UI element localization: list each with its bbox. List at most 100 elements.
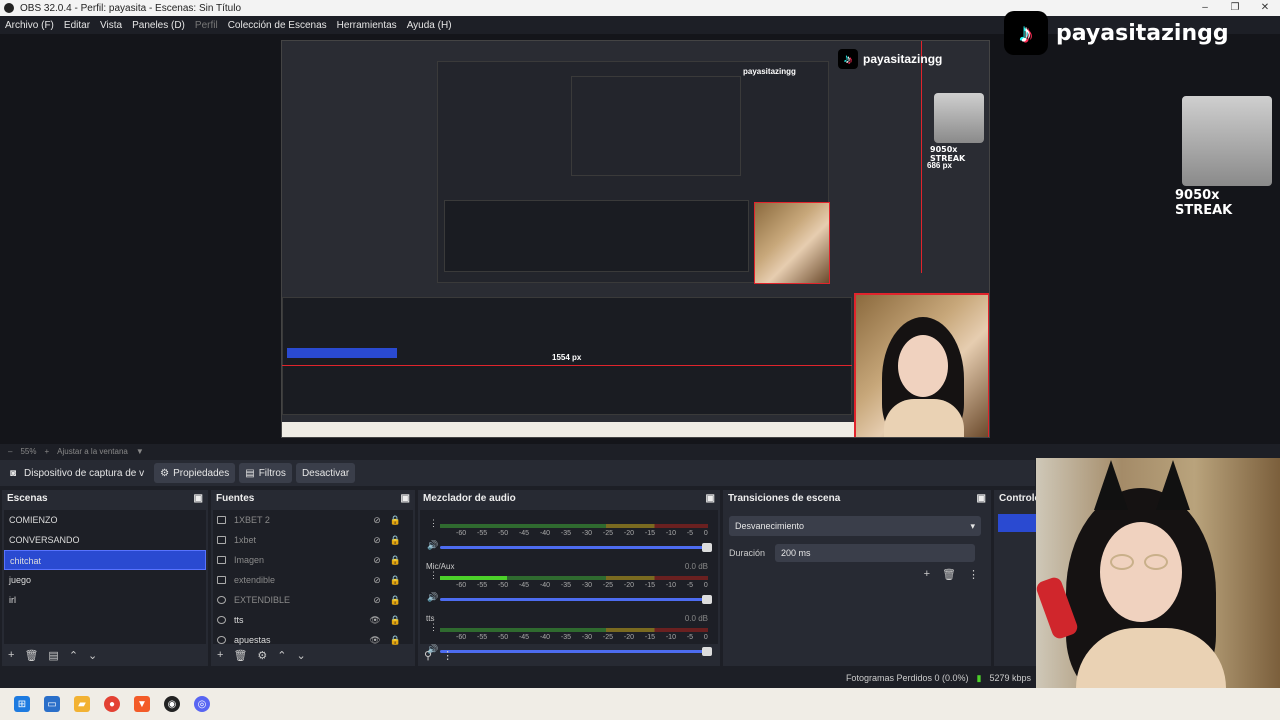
scene-item-irl[interactable]: irl <box>4 590 206 610</box>
menu-editar[interactable]: Editar <box>59 20 95 31</box>
filters-button[interactable]: ▤ Filtros <box>239 463 292 483</box>
properties-button[interactable]: ⚙ Propiedades <box>154 463 236 483</box>
lock-icon[interactable]: 🔒 <box>390 615 401 626</box>
volume-fader[interactable] <box>440 543 712 552</box>
streak-cat-image <box>1182 96 1272 186</box>
webcam-overlay <box>1036 458 1280 688</box>
sources-dock: Fuentes ▣ 1XBET 2 ⊘ 🔒 1xbet ⊘ 🔒 Imagen ⊘ 🔒 ext… <box>211 490 415 666</box>
lock-icon[interactable]: 🔒 <box>390 515 401 526</box>
tick-label: 0 <box>703 634 708 641</box>
sources-toolbar: + 🗑 ⚙ ⌃ ⌄ <box>217 649 306 662</box>
lock-icon[interactable]: 🔒 <box>390 635 401 646</box>
source-item[interactable]: extendible ⊘ 🔒 <box>213 570 413 590</box>
menu-herramientas[interactable]: Herramientas <box>332 20 402 31</box>
preview-area[interactable]: payasitazingg 686 px 1554 px ♪ payasitaz… <box>0 11 1280 444</box>
transitions-title: Transiciones de escena ▣ <box>728 492 986 504</box>
more-options-icon[interactable]: ⋮ <box>429 518 438 529</box>
chrome-icon[interactable]: ● <box>104 696 120 712</box>
zoom-out-button[interactable]: – <box>8 447 12 456</box>
obs-icon[interactable]: ◉ <box>164 696 180 712</box>
chevron-down-icon[interactable]: ▼ <box>136 447 144 456</box>
tick-label: -15 <box>644 634 655 641</box>
eye-hidden-icon[interactable]: ⊘ <box>373 515 381 526</box>
speaker-icon[interactable]: 🔊 <box>427 540 438 551</box>
scene-item-juego[interactable]: juego <box>4 570 206 590</box>
source-item[interactable]: Imagen ⊘ 🔒 <box>213 550 413 570</box>
lock-icon[interactable]: 🔒 <box>390 535 401 546</box>
menu-paneles[interactable]: Paneles (D) <box>127 20 190 31</box>
transition-select[interactable]: Desvanecimiento ▾ <box>729 516 981 536</box>
start-streaming-button[interactable] <box>998 514 1036 532</box>
preview-canvas[interactable]: payasitazingg 686 px 1554 px ♪ payasitaz… <box>281 40 990 438</box>
source-item[interactable]: tts 👁 🔒 <box>213 610 413 630</box>
selected-webcam-source[interactable] <box>854 293 989 437</box>
gear-icon[interactable]: ⚙ <box>257 649 267 662</box>
eye-hidden-icon[interactable]: ⊘ <box>373 595 381 606</box>
move-up-icon[interactable]: ⌃ <box>69 649 78 662</box>
lock-icon[interactable]: 🔒 <box>390 595 401 606</box>
globe-icon <box>217 636 226 644</box>
trash-icon[interactable]: 🗑 <box>942 568 956 581</box>
px-label-horizontal: 1554 px <box>552 353 582 362</box>
preview-tiktok-overlay: ♪ payasitazingg <box>838 49 942 69</box>
source-item[interactable]: EXTENDIBLE ⊘ 🔒 <box>213 590 413 610</box>
lock-icon[interactable]: 🔒 <box>390 575 401 586</box>
trash-icon[interactable]: 🗑 <box>24 649 38 662</box>
link-icon[interactable]: ⚲ <box>424 649 432 662</box>
move-up-icon[interactable]: ⌃ <box>277 649 286 662</box>
scene-item-conversando[interactable]: CONVERSANDO <box>4 530 206 550</box>
speaker-icon[interactable]: 🔊 <box>427 592 438 603</box>
filter-icon[interactable]: ▤ <box>48 649 58 662</box>
volume-fader[interactable] <box>440 595 712 604</box>
windows-start-icon[interactable]: ⊞ <box>14 696 30 712</box>
fit-window-dropdown[interactable]: Ajustar a la ventana <box>57 447 128 456</box>
zoom-in-button[interactable]: + <box>44 447 49 456</box>
tick-label: -15 <box>644 582 655 589</box>
menu-perfil[interactable]: Perfil <box>190 20 223 31</box>
duration-input[interactable]: 200 ms <box>775 544 976 562</box>
guide-line-horizontal <box>282 365 852 366</box>
scene-item-comienzo[interactable]: COMIENZO <box>4 510 206 530</box>
dock-undock-icon[interactable]: ▣ <box>401 493 410 504</box>
move-down-icon[interactable]: ⌄ <box>297 649 306 662</box>
move-down-icon[interactable]: ⌄ <box>88 649 97 662</box>
menu-ayuda[interactable]: Ayuda (H) <box>402 20 457 31</box>
nested-preview-2 <box>571 76 741 176</box>
eye-hidden-icon[interactable]: ⊘ <box>373 575 381 586</box>
deactivate-button[interactable]: Desactivar <box>295 463 356 483</box>
dock-undock-icon[interactable]: ▣ <box>194 493 203 504</box>
more-options-icon[interactable]: ⋮ <box>429 622 438 633</box>
trash-icon[interactable]: 🗑 <box>233 649 247 662</box>
menu-vista[interactable]: Vista <box>95 20 127 31</box>
eye-icon[interactable]: 👁 <box>369 635 380 646</box>
volume-meter <box>440 628 708 632</box>
eye-icon[interactable]: 👁 <box>369 615 380 626</box>
dock-undock-icon[interactable]: ▣ <box>977 493 986 504</box>
more-options-icon[interactable]: ⋮ <box>442 649 453 662</box>
eye-hidden-icon[interactable]: ⊘ <box>373 555 381 566</box>
add-icon[interactable]: + <box>217 649 223 662</box>
discord-icon[interactable]: ◎ <box>194 696 210 712</box>
more-options-icon[interactable]: ⋮ <box>429 570 438 581</box>
source-item[interactable]: 1XBET 2 ⊘ 🔒 <box>213 510 413 530</box>
dock-undock-icon[interactable]: ▣ <box>706 493 715 504</box>
fader-knob[interactable] <box>702 647 712 656</box>
add-icon[interactable]: + <box>8 649 14 662</box>
menu-archivo[interactable]: Archivo (F) <box>0 20 59 31</box>
lock-icon[interactable]: 🔒 <box>390 555 401 566</box>
file-explorer-icon[interactable]: ▰ <box>74 696 90 712</box>
close-button[interactable]: ✕ <box>1250 0 1280 16</box>
source-item[interactable]: apuestas 👁 🔒 <box>213 630 413 650</box>
menu-coleccion-escenas[interactable]: Colección de Escenas <box>223 20 332 31</box>
add-icon[interactable]: + <box>924 568 930 581</box>
task-view-icon[interactable]: ▭ <box>44 696 60 712</box>
fader-knob[interactable] <box>702 543 712 552</box>
scene-item-chitchat[interactable]: chitchat <box>4 550 206 570</box>
more-options-icon[interactable]: ⋮ <box>968 568 979 581</box>
volume-fader[interactable] <box>440 647 712 656</box>
tick-label: -45 <box>518 634 530 641</box>
source-item[interactable]: 1xbet ⊘ 🔒 <box>213 530 413 550</box>
eye-hidden-icon[interactable]: ⊘ <box>373 535 381 546</box>
brave-icon[interactable]: ▼ <box>134 696 150 712</box>
fader-knob[interactable] <box>702 595 712 604</box>
